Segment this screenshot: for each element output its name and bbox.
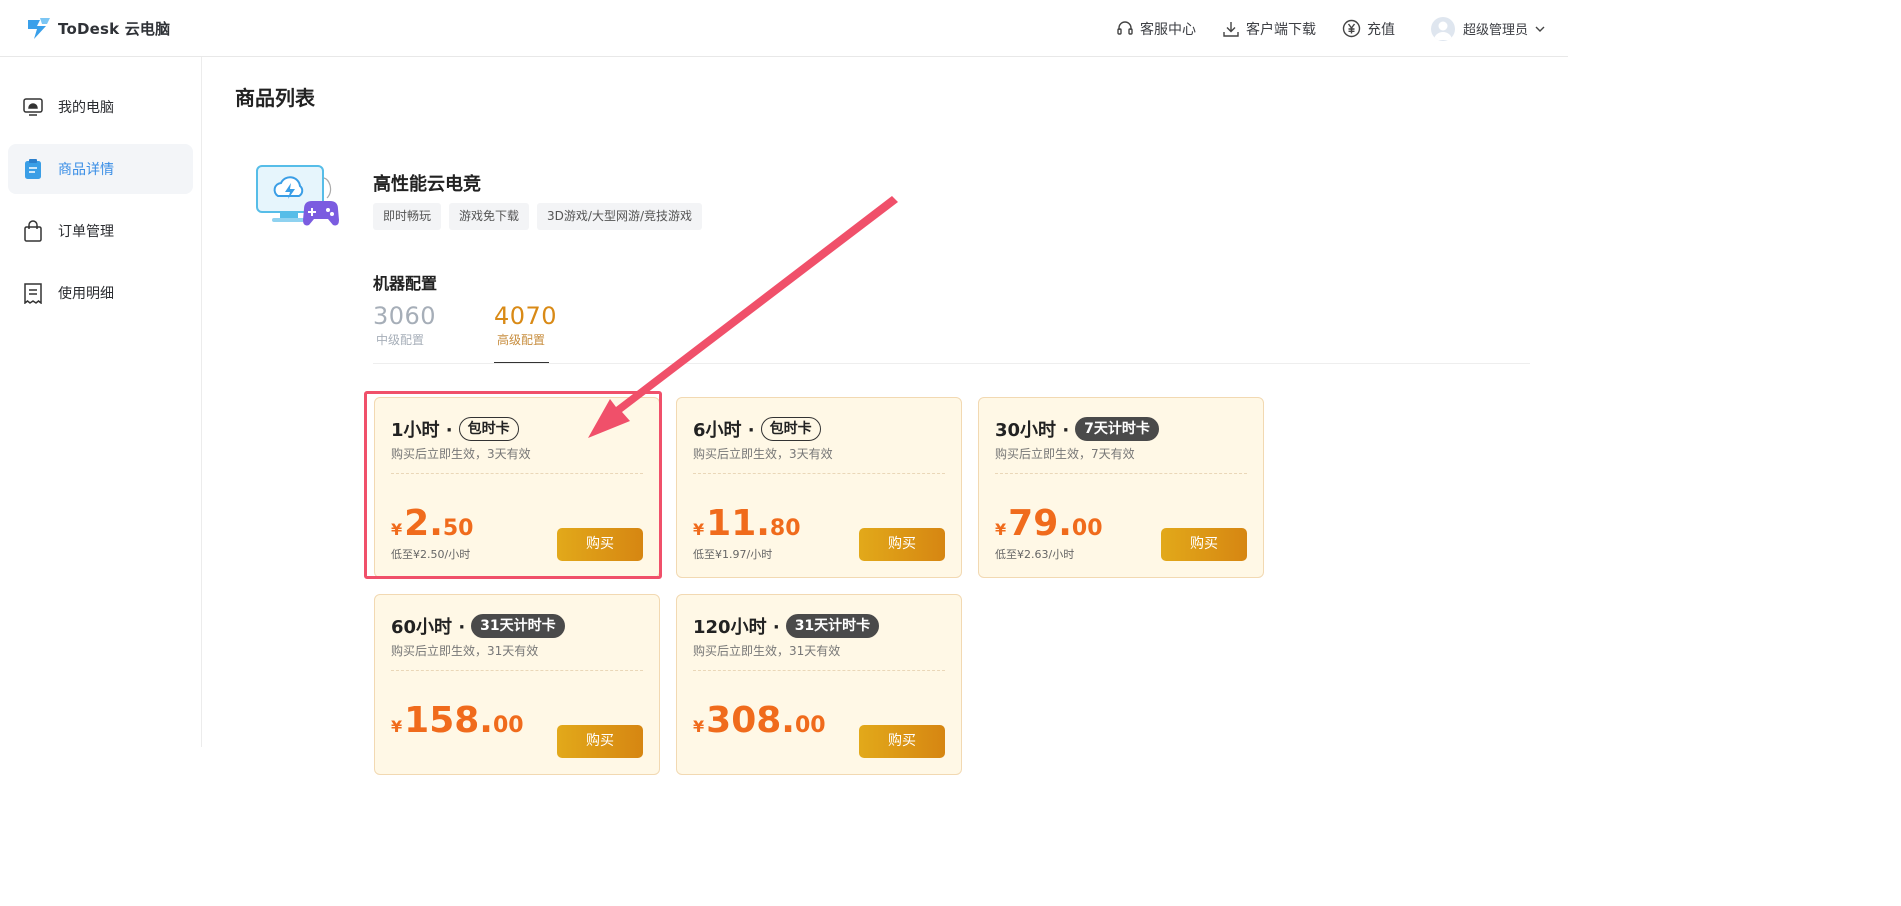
config-tabs: 3060 中级配置 4070 高级配置 <box>373 300 1530 364</box>
tab-level: 中级配置 <box>376 333 425 347</box>
headset-icon <box>1117 20 1133 35</box>
price-decimal: 00 <box>1071 516 1103 541</box>
buy-button[interactable]: 购买 <box>859 725 945 758</box>
card-heading: 60小时 · 31天计时卡 <box>391 613 565 639</box>
card-heading: 120小时 · 31天计时卡 <box>693 613 880 639</box>
buy-button[interactable]: 购买 <box>557 725 643 758</box>
product-tag: 即时畅玩 <box>373 203 442 230</box>
product-tag: 3D游戏/大型网游/竞技游戏 <box>537 203 702 230</box>
card-price: ¥ 79. 00 <box>995 504 1103 544</box>
price-currency: ¥ <box>391 717 403 736</box>
tab-3060[interactable]: 3060 中级配置 <box>373 300 437 363</box>
sidebar-item-label: 订单管理 <box>58 224 114 240</box>
card-badge: 包时卡 <box>760 417 821 441</box>
price-card-6h[interactable]: 6小时 · 包时卡 购买后立即生效，3天有效 ¥ 11. 80 低至¥1.97/… <box>676 397 962 578</box>
price-currency: ¥ <box>693 520 705 539</box>
chevron-down-icon <box>1535 26 1545 32</box>
download-label: 客户端下载 <box>1245 21 1316 38</box>
card-description: 购买后立即生效，31天有效 <box>391 644 539 658</box>
todesk-logo-icon <box>28 18 50 39</box>
product-name: 高性能云电竞 <box>373 174 481 195</box>
card-badge: 31天计时卡 <box>471 614 565 638</box>
price-integer: 308. <box>706 700 795 741</box>
avatar <box>1430 16 1455 41</box>
clipboard-icon <box>25 159 41 179</box>
config-title: 机器配置 <box>373 274 438 293</box>
card-badge: 31天计时卡 <box>785 614 880 638</box>
cloud-gaming-product-icon <box>256 165 339 226</box>
card-hours: 30小时 · <box>995 420 1070 441</box>
price-card-60h[interactable]: 60小时 · 31天计时卡 购买后立即生效，31天有效 ¥ 158. 00 购买 <box>374 594 660 775</box>
top-bar: ToDesk 云电脑 客服中心 客户端下载 充值 超级管理员 <box>0 0 1568 57</box>
app-logo[interactable]: ToDesk 云电脑 <box>26 15 170 41</box>
price-currency: ¥ <box>995 520 1007 539</box>
sidebar-item-product-details[interactable]: 商品详情 <box>8 144 193 194</box>
monitor-icon <box>23 98 43 116</box>
card-hours: 60小时 · <box>391 617 466 638</box>
price-decimal: 00 <box>492 713 524 738</box>
price-integer: 11. <box>706 503 770 544</box>
sidebar-item-label: 我的电脑 <box>58 100 114 116</box>
card-divider <box>391 670 643 671</box>
support-link[interactable]: 客服中心 <box>1116 19 1196 39</box>
card-divider <box>995 473 1247 474</box>
card-heading: 6小时 · 包时卡 <box>693 416 821 442</box>
card-description: 购买后立即生效，31天有效 <box>693 644 841 658</box>
yen-circle-icon <box>1342 19 1361 38</box>
card-description: 购买后立即生效，3天有效 <box>693 447 833 461</box>
card-hours: 6小时 · <box>693 420 755 441</box>
card-badge: 7天计时卡 <box>1075 417 1159 441</box>
user-name: 超级管理员 <box>1462 23 1528 38</box>
recharge-label: 充值 <box>1366 21 1395 38</box>
download-link[interactable]: 客户端下载 <box>1222 19 1316 39</box>
top-actions: 客服中心 客户端下载 充值 超级管理员 <box>1090 0 1546 57</box>
price-card-30h[interactable]: 30小时 · 7天计时卡 购买后立即生效，7天有效 ¥ 79. 00 低至¥2.… <box>978 397 1264 578</box>
product-tag: 游戏免下载 <box>449 203 530 230</box>
tab-model: 3060 <box>373 302 437 330</box>
download-icon <box>1223 21 1239 37</box>
sidebar-item-orders[interactable]: 订单管理 <box>8 206 193 256</box>
price-integer: 158. <box>404 700 493 741</box>
tab-level: 高级配置 <box>497 333 546 347</box>
buy-button[interactable]: 购买 <box>1161 528 1247 561</box>
price-decimal: 00 <box>794 713 826 738</box>
price-card-120h[interactable]: 120小时 · 31天计时卡 购买后立即生效，31天有效 ¥ 308. 00 购… <box>676 594 962 775</box>
sidebar-item-my-computer[interactable]: 我的电脑 <box>8 82 193 132</box>
card-divider <box>693 473 945 474</box>
card-description: 购买后立即生效，7天有效 <box>995 447 1135 461</box>
sidebar-item-usage[interactable]: 使用明细 <box>8 268 193 318</box>
annotation-highlight-box <box>364 391 662 579</box>
price-integer: 79. <box>1008 503 1072 544</box>
shopping-bag-icon <box>24 220 42 242</box>
card-hours: 120小时 · <box>693 617 780 638</box>
sidebar-item-label: 使用明细 <box>58 286 114 302</box>
product-tags: 即时畅玩 游戏免下载 3D游戏/大型网游/竞技游戏 <box>373 203 710 230</box>
support-label: 客服中心 <box>1139 21 1196 38</box>
recharge-link[interactable]: 充值 <box>1342 19 1395 39</box>
card-divider <box>693 670 945 671</box>
price-decimal: 80 <box>769 516 801 541</box>
page-title: 商品列表 <box>235 86 315 110</box>
logo-text: ToDesk 云电脑 <box>58 19 171 38</box>
card-price: ¥ 11. 80 <box>693 504 801 544</box>
buy-button[interactable]: 购买 <box>859 528 945 561</box>
card-price: ¥ 308. 00 <box>693 701 826 741</box>
receipt-icon <box>24 283 42 304</box>
user-avatar-icon <box>1433 21 1452 40</box>
price-note: 低至¥1.97/小时 <box>693 548 773 561</box>
price-currency: ¥ <box>693 717 705 736</box>
tab-model: 4070 <box>494 302 558 330</box>
price-note: 低至¥2.63/小时 <box>995 548 1075 561</box>
user-menu[interactable]: 超级管理员 <box>1430 16 1546 41</box>
card-heading: 30小时 · 7天计时卡 <box>995 416 1159 442</box>
card-price: ¥ 158. 00 <box>391 701 524 741</box>
tab-4070[interactable]: 4070 高级配置 <box>494 300 558 363</box>
sidebar-item-label: 商品详情 <box>58 162 114 178</box>
sidebar: 我的电脑 商品详情 订单管理 使用明细 <box>0 57 202 747</box>
